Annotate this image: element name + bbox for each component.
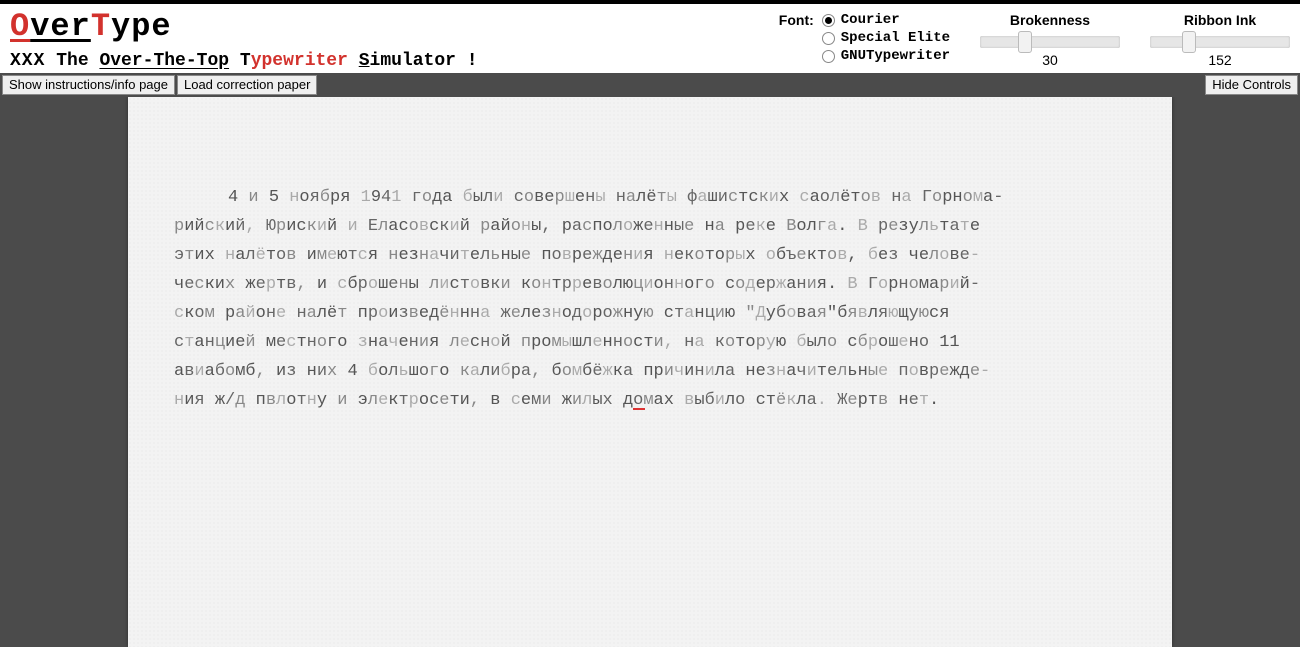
typed-line: ческих жертв, и сброшены листовки контрр…: [174, 270, 1126, 299]
font-option-label: GNUTypewriter: [841, 48, 950, 64]
ribbon-thumb[interactable]: [1182, 31, 1196, 53]
typed-line: 4 и 5 ноября 1941 года были совершены на…: [174, 183, 1126, 212]
header: OverType XXX The Over-The-Top Typewriter…: [0, 0, 1300, 73]
font-option-special-elite[interactable]: Special Elite: [822, 30, 950, 46]
radio-icon[interactable]: [822, 50, 835, 63]
font-option-courier[interactable]: Courier: [822, 12, 900, 28]
tagline-strike: XXX: [10, 51, 45, 71]
tagline-ott: Over-The-Top: [99, 51, 229, 71]
text-caret: [633, 408, 645, 410]
radio-icon[interactable]: [822, 32, 835, 45]
font-option-label: Special Elite: [841, 30, 950, 46]
ribbon-control: Ribbon Ink 152: [1150, 12, 1290, 68]
typed-line: станцией местного значения лесной промыш…: [174, 328, 1126, 357]
hide-controls-button[interactable]: Hide Controls: [1205, 75, 1298, 95]
brokenness-slider[interactable]: [980, 36, 1120, 48]
header-controls: Font: CourierSpecial EliteGNUTypewriter …: [779, 8, 1290, 68]
font-options: Courier Special Elite GNUTypewriter: [822, 12, 950, 64]
tagline-simulator: Simulator: [359, 51, 456, 71]
paper[interactable]: 4 и 5 ноября 1941 года были совершены на…: [128, 97, 1172, 647]
font-control: Font: Courier Special Elite GNUTypewriter: [779, 12, 950, 64]
brokenness-thumb[interactable]: [1018, 31, 1032, 53]
font-option-label: Courier: [841, 12, 900, 28]
brokenness-label: Brokenness: [1010, 12, 1090, 28]
typed-line: ском районе налёт произведённна железнод…: [174, 299, 1126, 328]
tagline: XXX The Over-The-Top Typewriter Simulato…: [10, 51, 478, 71]
font-option-gnutypewriter[interactable]: GNUTypewriter: [822, 48, 950, 64]
brokenness-control: Brokenness 30: [980, 12, 1120, 68]
ribbon-slider[interactable]: [1150, 36, 1290, 48]
tagline-typewriter: Typewriter: [240, 51, 348, 71]
ribbon-label: Ribbon Ink: [1184, 12, 1256, 28]
typed-line: рийский, Юриский и Еласовский районы, ра…: [174, 212, 1126, 241]
brand-title: OverType: [10, 8, 478, 45]
font-label: Font:: [779, 12, 814, 28]
brokenness-value: 30: [1042, 52, 1058, 68]
typed-line: этих налётов имеются незначительные повр…: [174, 241, 1126, 270]
typed-line: авиабомб, из них 4 большого калибра, бом…: [174, 357, 1126, 386]
brand-block: OverType XXX The Over-The-Top Typewriter…: [10, 8, 478, 71]
show-instructions-button[interactable]: Show instructions/info page: [2, 75, 175, 95]
radio-icon[interactable]: [822, 14, 835, 27]
typed-line: ния ж/д пвлотну и электросети, в семи жи…: [174, 386, 1126, 415]
ribbon-value: 152: [1208, 52, 1231, 68]
workspace: 4 и 5 ноября 1941 года были совершены на…: [0, 97, 1300, 647]
load-correction-button[interactable]: Load correction paper: [177, 75, 317, 95]
toolbar: Show instructions/info page Load correct…: [0, 73, 1300, 97]
typed-text[interactable]: 4 и 5 ноября 1941 года были совершены на…: [174, 183, 1126, 415]
